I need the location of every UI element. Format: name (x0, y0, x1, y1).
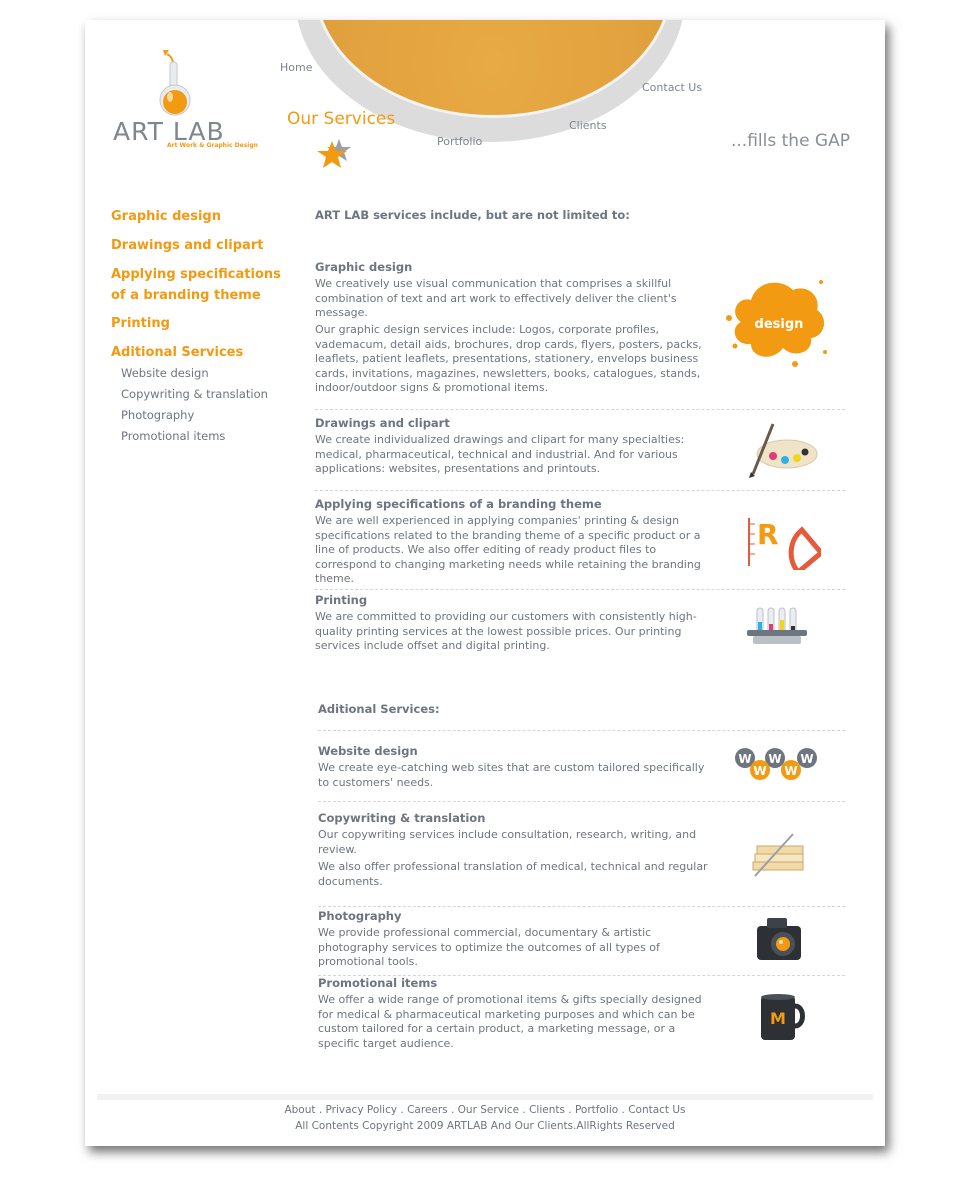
service-text-photography: We provide professional commercial, docu… (318, 926, 660, 968)
nav-home[interactable]: Home (280, 61, 312, 74)
service-title-branding: Applying specifications of a branding th… (315, 497, 602, 511)
nav-portfolio[interactable]: Portfolio (437, 135, 482, 148)
service-text-promotional: We offer a wide range of promotional ite… (318, 993, 702, 1050)
design-splash-label: design (755, 317, 804, 332)
footer-link-contact[interactable]: Contact Us (628, 1104, 685, 1116)
nav-our-services[interactable]: Our Services (287, 109, 395, 129)
sidebar-item-printing[interactable]: Printing (111, 313, 286, 334)
divider (318, 906, 845, 907)
service-title-printing: Printing (315, 593, 368, 607)
mug-letter: M (770, 1009, 786, 1028)
service-title-graphic-design: Graphic design (315, 260, 413, 274)
divider (315, 490, 845, 491)
www-letter: W (784, 764, 797, 778)
sidebar-subitem-copywriting[interactable]: Copywriting & translation (121, 387, 268, 401)
footer-link-our-service[interactable]: Our Service (458, 1104, 519, 1116)
service-text-printing: We are committed to providing our custom… (315, 610, 697, 652)
nav-contact-us[interactable]: Contact Us (642, 81, 702, 94)
sidebar-item-additional[interactable]: Aditional Services (111, 342, 286, 363)
divider (318, 730, 845, 731)
sidebar-subitem-website[interactable]: Website design (121, 366, 209, 380)
www-letter: W (768, 752, 781, 766)
footer-link-portfolio[interactable]: Portfolio (575, 1104, 618, 1116)
tagline: ...fills the GAP (731, 131, 850, 151)
sidebar-item-drawings[interactable]: Drawings and clipart (111, 235, 286, 256)
sidebar-subitem-promotional[interactable]: Promotional items (121, 429, 225, 443)
camera-icon (753, 912, 809, 968)
service-text-drawings: We create individualized drawings and cl… (315, 433, 685, 475)
service-title-website: Website design (318, 744, 418, 758)
page-container: ART LAB Art Work & Graphic Design Home O… (85, 20, 885, 1146)
footer-divider (97, 1094, 873, 1100)
service-text-copywriting: Our copywriting services include consult… (318, 828, 697, 856)
design-splash-icon: design (721, 270, 833, 370)
www-letter: W (800, 752, 813, 766)
ruler-protractor-icon: R (745, 514, 825, 576)
stars-icon (315, 135, 355, 175)
footer-copyright: All Contents Copyright 2009 ARTLAB And O… (295, 1120, 675, 1132)
service-text-graphic-design-2: Our graphic design services include: Log… (315, 323, 702, 394)
additional-services-heading: Aditional Services: (318, 702, 440, 716)
nav-clients[interactable]: Clients (569, 119, 607, 132)
service-text-graphic-design: We creatively use visual communication t… (315, 277, 677, 319)
service-title-copywriting: Copywriting & translation (318, 811, 486, 825)
divider (318, 801, 845, 802)
footer-link-privacy[interactable]: Privacy Policy (326, 1104, 398, 1116)
sidebar-item-graphic-design[interactable]: Graphic design (111, 206, 286, 227)
www-letter: W (738, 752, 751, 766)
footer-link-clients[interactable]: Clients (529, 1104, 565, 1116)
www-icon: W W W W W (733, 746, 823, 782)
footer-links: About . Privacy Policy . Careers . Our S… (284, 1104, 686, 1116)
sidebar-subitem-photography[interactable]: Photography (121, 408, 194, 422)
service-title-promotional: Promotional items (318, 976, 438, 990)
service-text-website: We create eye-catching web sites that ar… (318, 761, 705, 789)
divider (315, 409, 845, 410)
ink-tubes-icon (745, 606, 809, 654)
divider (315, 589, 845, 590)
sidebar-item-branding[interactable]: Applying specifications of a branding th… (111, 264, 286, 306)
footer-link-careers[interactable]: Careers (407, 1104, 448, 1116)
service-text-copywriting-2: We also offer professional translation o… (318, 860, 708, 888)
service-text-branding: We are well experienced in applying comp… (315, 514, 701, 585)
footer-link-about[interactable]: About (284, 1104, 315, 1116)
logo-flask-icon[interactable] (155, 48, 205, 118)
www-letter: W (753, 764, 766, 778)
books-pen-icon (749, 832, 809, 878)
service-title-photography: Photography (318, 909, 402, 923)
intro-heading: ART LAB services include, but are not li… (315, 208, 630, 222)
logo-subtitle: Art Work & Graphic Design (167, 142, 258, 149)
ruler-letter: R (757, 518, 779, 551)
service-title-drawings: Drawings and clipart (315, 416, 450, 430)
mug-icon: M (757, 992, 807, 1046)
paint-palette-icon (745, 420, 819, 478)
